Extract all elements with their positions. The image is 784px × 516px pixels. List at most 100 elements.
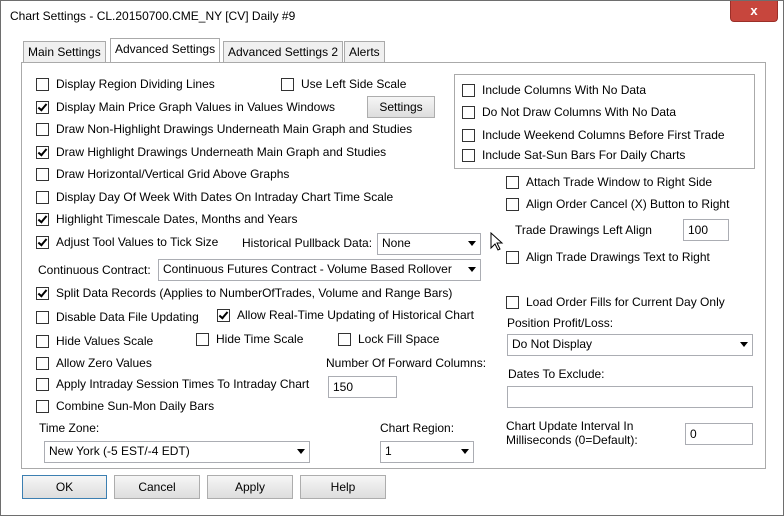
continuous-contract-select[interactable]: Continuous Futures Contract - Volume Bas… — [158, 259, 481, 281]
select-value: Continuous Futures Contract - Volume Bas… — [163, 262, 452, 276]
checkbox-label: Do Not Draw Columns With No Data — [482, 105, 677, 119]
checkbox-box — [36, 190, 49, 204]
apply-intraday-session-times-checkbox[interactable]: Apply Intraday Session Times To Intraday… — [36, 377, 309, 391]
historical-pullback-select[interactable]: None — [377, 233, 481, 255]
checkbox-box — [506, 197, 519, 211]
align-order-cancel-checkbox[interactable]: Align Order Cancel (X) Button to Right — [506, 197, 729, 211]
checkbox-label: Display Region Dividing Lines — [56, 77, 215, 91]
checkbox-label: Allow Zero Values — [56, 356, 152, 370]
adjust-tool-values-checkbox[interactable]: Adjust Tool Values to Tick Size — [36, 235, 218, 249]
checkbox-box — [36, 399, 49, 413]
checkbox-box — [338, 332, 351, 346]
checkbox-label: Draw Horizontal/Vertical Grid Above Grap… — [56, 167, 290, 181]
chevron-down-icon — [461, 449, 469, 454]
checkbox-box — [36, 212, 49, 226]
draw-highlight-underneath-checkbox[interactable]: Draw Highlight Drawings Underneath Main … — [36, 145, 386, 159]
checkbox-box — [36, 334, 49, 348]
historical-pullback-label: Historical Pullback Data: — [242, 236, 373, 250]
time-zone-select[interactable]: New York (-5 EST/-4 EDT) — [44, 441, 310, 463]
checkbox-label: Display Day Of Week With Dates On Intrad… — [56, 190, 394, 204]
dates-to-exclude-label: Dates To Exclude: — [508, 367, 605, 381]
display-region-dividing-lines-checkbox[interactable]: Display Region Dividing Lines — [36, 77, 215, 91]
select-value: Do Not Display — [512, 337, 593, 351]
help-button[interactable]: Help — [300, 475, 386, 499]
draw-grid-above-checkbox[interactable]: Draw Horizontal/Vertical Grid Above Grap… — [36, 167, 289, 181]
checkbox-box — [217, 308, 230, 322]
tab-alerts[interactable]: Alerts — [344, 41, 385, 62]
checkbox-label: Hide Time Scale — [216, 332, 304, 346]
trade-drawings-left-align-input[interactable]: 100 — [683, 219, 729, 241]
apply-button[interactable]: Apply — [207, 475, 293, 499]
chevron-down-icon — [297, 449, 305, 454]
allow-realtime-updating-checkbox[interactable]: Allow Real-Time Updating of Historical C… — [217, 308, 474, 322]
checkbox-label: Use Left Side Scale — [301, 77, 407, 91]
attach-trade-window-checkbox[interactable]: Attach Trade Window to Right Side — [506, 175, 712, 189]
checkbox-label: Align Trade Drawings Text to Right — [526, 250, 710, 264]
chart-update-interval-input[interactable]: 0 — [685, 423, 753, 445]
checkbox-box — [462, 148, 475, 162]
disable-data-file-updating-checkbox[interactable]: Disable Data File Updating — [36, 310, 199, 324]
allow-zero-values-checkbox[interactable]: Allow Zero Values — [36, 356, 152, 370]
checkbox-box — [36, 356, 49, 370]
include-sat-sun-bars-checkbox[interactable]: Include Sat-Sun Bars For Daily Charts — [462, 148, 685, 162]
split-data-records-checkbox[interactable]: Split Data Records (Applies to NumberOfT… — [36, 286, 452, 300]
combine-sun-mon-checkbox[interactable]: Combine Sun-Mon Daily Bars — [36, 399, 214, 413]
checkbox-label: Combine Sun-Mon Daily Bars — [56, 399, 215, 413]
window-title: Chart Settings - CL.20150700.CME_NY [CV]… — [10, 9, 296, 23]
load-order-fills-checkbox[interactable]: Load Order Fills for Current Day Only — [506, 295, 725, 309]
do-not-draw-columns-checkbox[interactable]: Do Not Draw Columns With No Data — [462, 105, 676, 119]
tab-main-settings[interactable]: Main Settings — [23, 41, 106, 62]
checkbox-box — [36, 77, 49, 91]
checkbox-box — [281, 77, 294, 91]
forward-columns-label: Number Of Forward Columns: — [326, 356, 487, 370]
checkbox-label: Draw Highlight Drawings Underneath Main … — [56, 145, 387, 159]
checkbox-box — [36, 310, 49, 324]
checkbox-label: Align Order Cancel (X) Button to Right — [526, 197, 730, 211]
display-day-of-week-checkbox[interactable]: Display Day Of Week With Dates On Intrad… — [36, 190, 393, 204]
continuous-contract-label: Continuous Contract: — [38, 263, 151, 277]
checkbox-box — [36, 100, 49, 114]
mouse-cursor-icon — [490, 232, 504, 251]
chevron-down-icon — [740, 342, 748, 347]
forward-columns-input[interactable]: 150 — [328, 376, 397, 398]
checkbox-label: Disable Data File Updating — [56, 310, 199, 324]
include-columns-no-data-checkbox[interactable]: Include Columns With No Data — [462, 83, 646, 97]
display-main-price-values-checkbox[interactable]: Display Main Price Graph Values in Value… — [36, 100, 335, 114]
checkbox-label: Attach Trade Window to Right Side — [526, 175, 713, 189]
checkbox-box — [196, 332, 209, 346]
checkbox-label: Allow Real-Time Updating of Historical C… — [237, 308, 474, 322]
chart-settings-dialog: Chart Settings - CL.20150700.CME_NY [CV]… — [0, 0, 784, 516]
checkbox-box — [36, 286, 49, 300]
draw-non-highlight-underneath-checkbox[interactable]: Draw Non-Highlight Drawings Underneath M… — [36, 122, 412, 136]
checkbox-label: Hide Values Scale — [56, 334, 154, 348]
chart-update-interval-label-line2: Milliseconds (0=Default): — [506, 433, 638, 447]
dates-to-exclude-input[interactable] — [507, 386, 753, 408]
tab-advanced-settings-2[interactable]: Advanced Settings 2 — [223, 41, 344, 62]
checkbox-box — [36, 235, 49, 249]
cancel-button[interactable]: Cancel — [114, 475, 200, 499]
checkbox-box — [36, 122, 49, 136]
hide-time-scale-checkbox[interactable]: Hide Time Scale — [196, 332, 303, 346]
align-trade-drawings-text-checkbox[interactable]: Align Trade Drawings Text to Right — [506, 250, 710, 264]
close-button[interactable]: x — [730, 1, 778, 22]
position-profit-loss-label: Position Profit/Loss: — [507, 316, 614, 330]
lock-fill-space-checkbox[interactable]: Lock Fill Space — [338, 332, 439, 346]
chart-region-label: Chart Region: — [380, 421, 455, 435]
time-zone-label: Time Zone: — [39, 421, 100, 435]
tab-advanced-settings[interactable]: Advanced Settings — [110, 38, 221, 62]
include-weekend-columns-checkbox[interactable]: Include Weekend Columns Before First Tra… — [462, 128, 725, 142]
select-value: New York (-5 EST/-4 EDT) — [49, 444, 190, 458]
hide-values-scale-checkbox[interactable]: Hide Values Scale — [36, 334, 153, 348]
settings-button[interactable]: Settings — [367, 96, 435, 118]
ok-button[interactable]: OK — [22, 475, 107, 499]
use-left-side-scale-checkbox[interactable]: Use Left Side Scale — [281, 77, 406, 91]
checkbox-box — [36, 167, 49, 181]
checkbox-label: Display Main Price Graph Values in Value… — [56, 100, 336, 114]
chart-region-select[interactable]: 1 — [380, 441, 474, 463]
checkbox-label: Include Sat-Sun Bars For Daily Charts — [482, 148, 686, 162]
trade-drawings-left-align-label: Trade Drawings Left Align — [515, 223, 652, 237]
position-profit-loss-select[interactable]: Do Not Display — [507, 334, 753, 356]
select-value: 1 — [385, 444, 392, 458]
checkbox-label: Include Weekend Columns Before First Tra… — [482, 128, 725, 142]
highlight-timescale-dates-checkbox[interactable]: Highlight Timescale Dates, Months and Ye… — [36, 212, 297, 226]
